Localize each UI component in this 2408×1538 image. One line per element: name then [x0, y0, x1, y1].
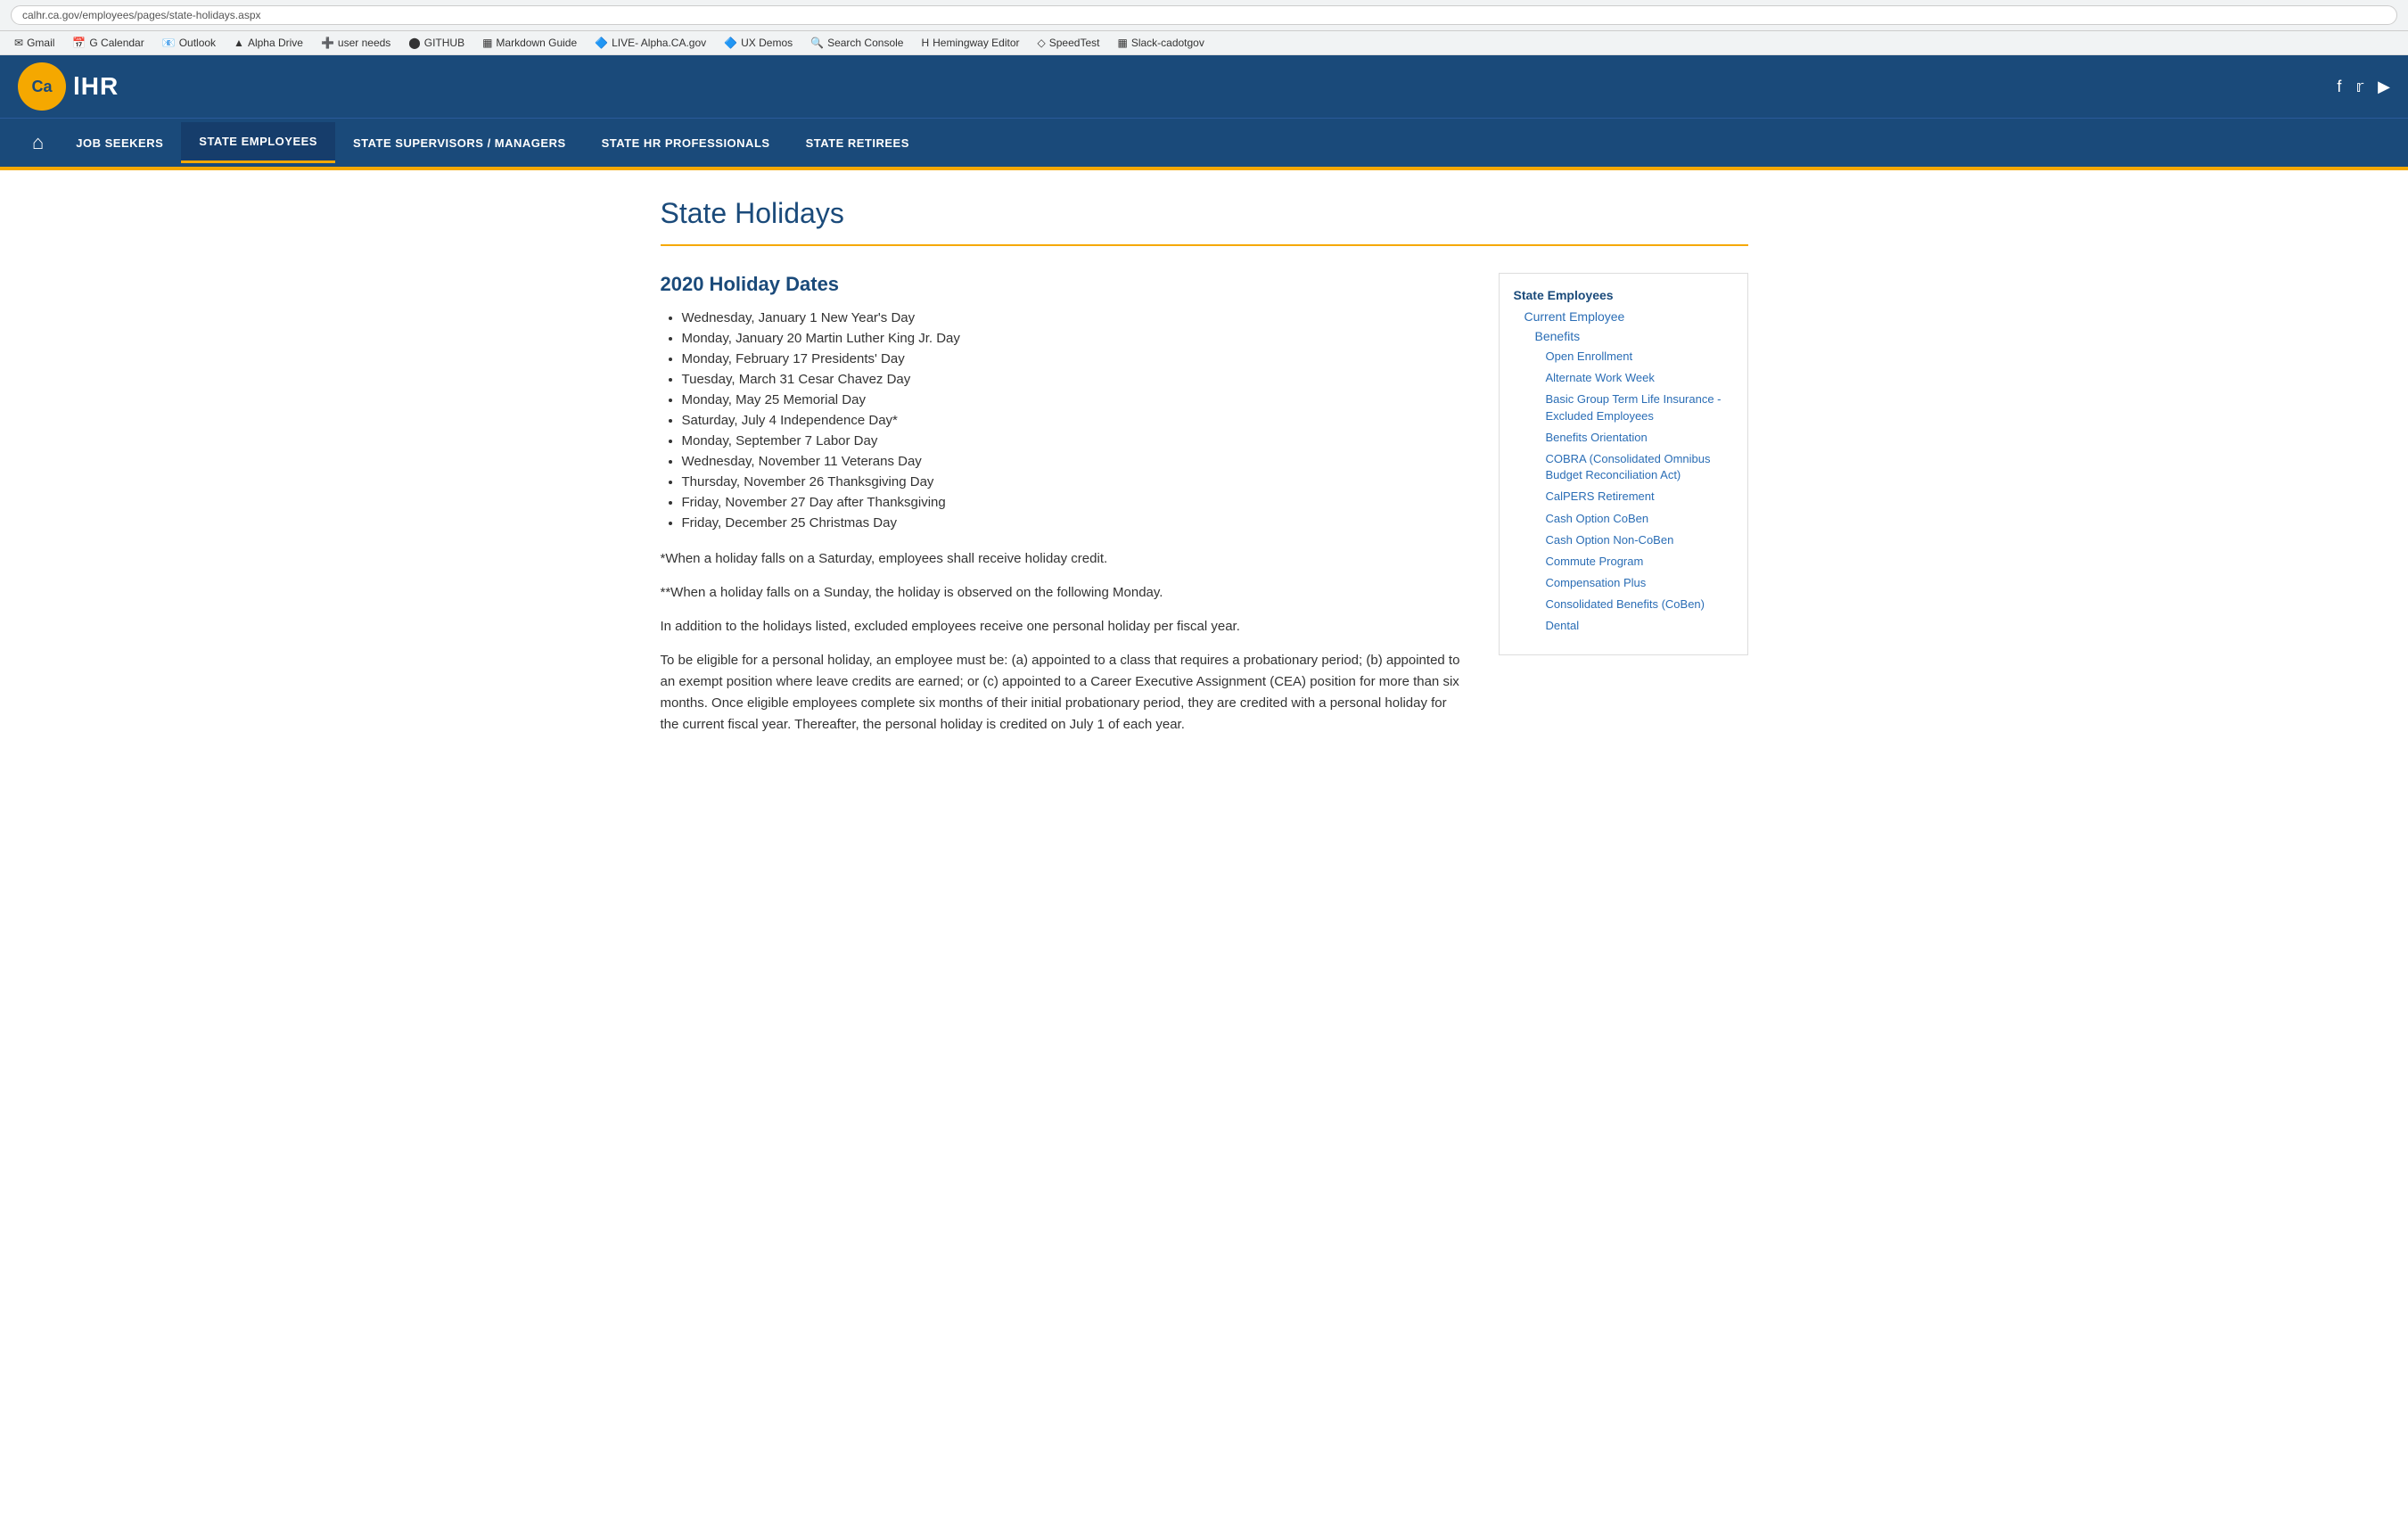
sidebar-item[interactable]: COBRA (Consolidated Omnibus Budget Recon… [1546, 451, 1733, 483]
sidebar-item[interactable]: Basic Group Term Life Insurance - Exclud… [1546, 391, 1733, 424]
bookmark-live--alpha.ca.gov[interactable]: 🔷LIVE- Alpha.CA.gov [588, 35, 713, 51]
logo-circle: Ca [18, 62, 66, 111]
bookmark-hemingway-editor[interactable]: HHemingway Editor [914, 35, 1026, 51]
holiday-item: Thursday, November 26 Thanksgiving Day [682, 474, 1463, 489]
sidebar-item[interactable]: CalPERS Retirement [1546, 489, 1733, 505]
main-nav: ⌂ JOB SEEKERS STATE EMPLOYEES STATE SUPE… [0, 118, 2408, 167]
holiday-item: Friday, November 27 Day after Thanksgivi… [682, 495, 1463, 510]
nav-hr-professionals[interactable]: STATE HR PROFESSIONALS [584, 124, 788, 162]
browser-bar: calhr.ca.gov/employees/pages/state-holid… [0, 0, 2408, 31]
note-text: In addition to the holidays listed, excl… [661, 616, 1463, 637]
sidebar-item[interactable]: Alternate Work Week [1546, 370, 1733, 386]
note-text: **When a holiday falls on a Sunday, the … [661, 582, 1463, 604]
sidebar-benefits[interactable]: Benefits [1535, 329, 1733, 343]
sidebar-current-employee[interactable]: Current Employee [1525, 309, 1733, 324]
youtube-icon[interactable]: ▶ [2378, 78, 2390, 96]
bookmark-ux-demos[interactable]: 🔷UX Demos [717, 35, 800, 51]
sidebar-item[interactable]: Open Enrollment [1546, 349, 1733, 365]
holiday-item: Wednesday, November 11 Veterans Day [682, 454, 1463, 469]
bookmark-search-console[interactable]: 🔍Search Console [803, 35, 910, 51]
home-nav-button[interactable]: ⌂ [18, 119, 58, 167]
bookmark-gmail[interactable]: ✉Gmail [7, 35, 62, 51]
facebook-icon[interactable]: f [2337, 78, 2341, 96]
content-layout: 2020 Holiday Dates Wednesday, January 1 … [661, 273, 1748, 748]
logo-text: lHR [73, 72, 119, 101]
bookmark-slack-cadotgov[interactable]: ▦Slack-cadotgov [1110, 35, 1211, 51]
sidebar: State Employees Current Employee Benefit… [1499, 273, 1748, 655]
bookmark-github[interactable]: ⬤GITHUB [401, 35, 472, 51]
sidebar-item[interactable]: Cash Option Non-CoBen [1546, 532, 1733, 548]
url-bar[interactable]: calhr.ca.gov/employees/pages/state-holid… [11, 5, 2397, 25]
sidebar-item[interactable]: Cash Option CoBen [1546, 511, 1733, 527]
notes-container: *When a holiday falls on a Saturday, emp… [661, 548, 1463, 736]
bookmark-user-needs[interactable]: ➕user needs [314, 35, 398, 51]
sidebar-state-employees[interactable]: State Employees [1514, 288, 1733, 302]
bookmark-alpha-drive[interactable]: ▲Alpha Drive [226, 35, 310, 51]
holiday-list: Wednesday, January 1 New Year's Day Monda… [661, 310, 1463, 530]
nav-supervisors[interactable]: STATE SUPERVISORS / MANAGERS [335, 124, 584, 162]
note-text: *When a holiday falls on a Saturday, emp… [661, 548, 1463, 570]
social-icons: f 𝕣 ▶ [2337, 78, 2390, 96]
bookmark-g-calendar[interactable]: 📅G Calendar [65, 35, 151, 51]
holiday-item: Saturday, July 4 Independence Day* [682, 413, 1463, 428]
holiday-item: Monday, January 20 Martin Luther King Jr… [682, 331, 1463, 346]
sidebar-item[interactable]: Commute Program [1546, 554, 1733, 570]
note-text: To be eligible for a personal holiday, a… [661, 650, 1463, 736]
bookmark-outlook[interactable]: 📧Outlook [155, 35, 223, 51]
page-container: State Holidays 2020 Holiday Dates Wednes… [625, 170, 1784, 775]
section-title: 2020 Holiday Dates [661, 273, 1463, 296]
bookmark-markdown-guide[interactable]: ▦Markdown Guide [475, 35, 584, 51]
twitter-icon[interactable]: 𝕣 [2355, 78, 2363, 96]
holiday-item: Wednesday, January 1 New Year's Day [682, 310, 1463, 325]
holiday-item: Monday, February 17 Presidents' Day [682, 351, 1463, 366]
holiday-item: Monday, September 7 Labor Day [682, 433, 1463, 448]
nav-job-seekers[interactable]: JOB SEEKERS [58, 124, 181, 162]
holiday-item: Friday, December 25 Christmas Day [682, 515, 1463, 530]
bookmark-speedtest[interactable]: ◇SpeedTest [1031, 35, 1107, 51]
sidebar-item[interactable]: Dental [1546, 618, 1733, 634]
page-title: State Holidays [661, 197, 1748, 230]
sidebar-item[interactable]: Consolidated Benefits (CoBen) [1546, 596, 1733, 613]
holiday-item: Monday, May 25 Memorial Day [682, 392, 1463, 407]
holiday-item: Tuesday, March 31 Cesar Chavez Day [682, 372, 1463, 387]
sidebar-item[interactable]: Compensation Plus [1546, 575, 1733, 591]
main-content: 2020 Holiday Dates Wednesday, January 1 … [661, 273, 1463, 748]
nav-state-employees[interactable]: STATE EMPLOYEES [181, 122, 335, 163]
nav-retirees[interactable]: STATE RETIREES [788, 124, 927, 162]
sidebar-items: Open Enrollment Alternate Work Week Basic … [1514, 349, 1733, 635]
site-header: Ca lHR f 𝕣 ▶ [0, 55, 2408, 118]
bookmarks-bar: ✉Gmail📅G Calendar📧Outlook▲Alpha Drive➕us… [0, 31, 2408, 55]
sidebar-item[interactable]: Benefits Orientation [1546, 430, 1733, 446]
site-logo[interactable]: Ca lHR [18, 62, 119, 111]
title-underline [661, 244, 1748, 246]
